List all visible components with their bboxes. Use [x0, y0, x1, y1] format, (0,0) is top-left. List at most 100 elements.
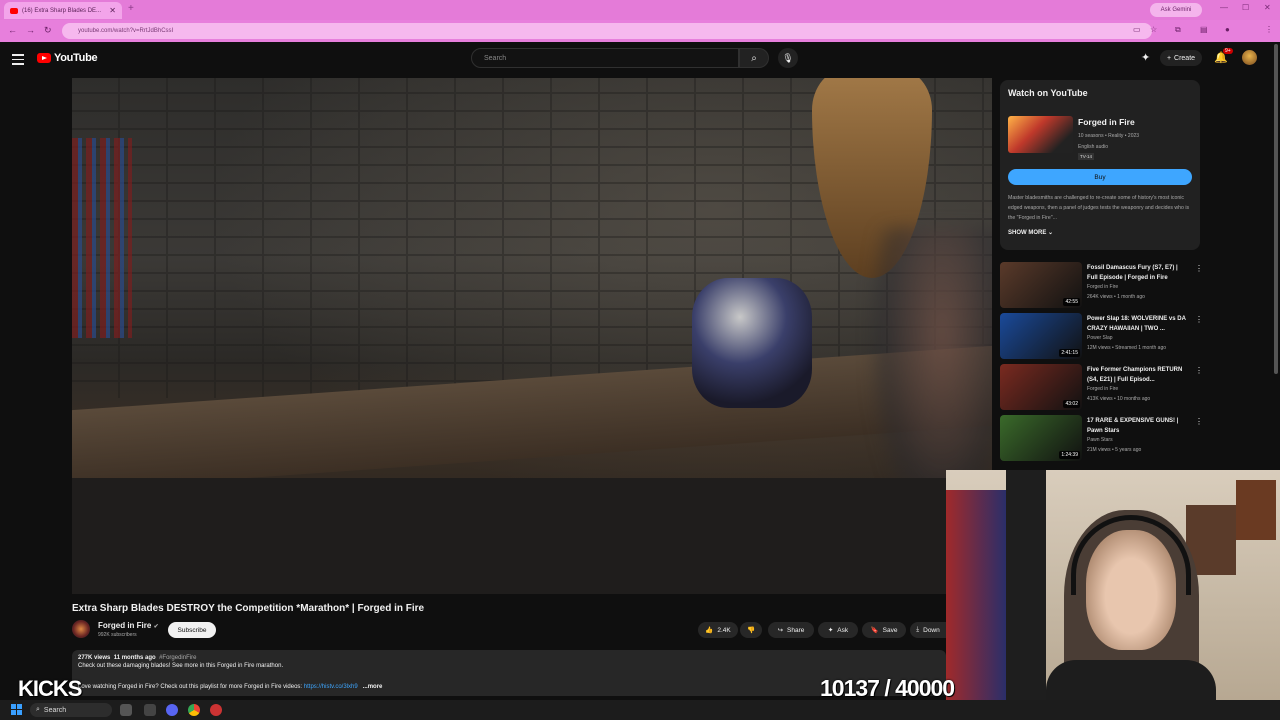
recommendation-channel[interactable]: Forged in Fire — [1087, 386, 1118, 392]
browser-tab[interactable]: (16) Extra Sharp Blades DE... ✕ — [4, 2, 122, 19]
chevron-down-icon: ⌄ — [1048, 230, 1054, 236]
create-button[interactable]: + Create — [1160, 50, 1202, 66]
browser-menu-icon[interactable]: ⋮ — [1265, 25, 1273, 34]
kicks-overlay: KICKS — [18, 676, 82, 701]
search-icon: ⌕ — [751, 52, 757, 64]
video-frame-grinder — [692, 278, 812, 408]
search-placeholder: Search — [484, 54, 507, 62]
search-button[interactable]: ⌕ — [739, 48, 769, 68]
reload-icon[interactable]: ↻ — [44, 25, 52, 36]
sparkle-icon: ✦ — [827, 627, 834, 634]
video-frame-belts — [72, 138, 132, 338]
download-button[interactable]: ⤓ Down — [910, 622, 946, 638]
webcam-curtain — [1006, 470, 1046, 700]
youtube-header: YouTube Search ⌕ 🎙 ✦ + Create 🔔 9+ — [0, 42, 1280, 76]
webcam-shirt — [1046, 660, 1216, 700]
recommendation-thumbnail[interactable]: 1:24:39 — [1000, 415, 1082, 461]
recommendation-item[interactable]: 2:41:15 Power Slap 18: WOLVERINE vs DA CR… — [1000, 313, 1203, 361]
like-count: 2.4K — [717, 626, 731, 634]
search-input[interactable]: Search — [471, 48, 739, 68]
more-options-icon[interactable]: ⋮ — [1195, 315, 1203, 324]
user-avatar[interactable] — [1242, 50, 1257, 65]
upload-age: 11 months ago — [113, 655, 156, 661]
show-name[interactable]: Forged in Fire — [1078, 117, 1135, 127]
windows-start-icon[interactable] — [11, 704, 22, 715]
window-close-icon[interactable]: ✕ — [1264, 3, 1271, 12]
sidebar-icon[interactable]: ▤ — [1200, 25, 1208, 34]
video-duration: 43:02 — [1063, 400, 1080, 408]
subscribe-button[interactable]: Subscribe — [168, 622, 216, 638]
recommendation-title[interactable]: 17 RARE & EXPENSIVE GUNS! | Pawn Stars — [1087, 416, 1187, 436]
more-options-icon[interactable]: ⋮ — [1195, 264, 1203, 273]
ask-label: Ask — [837, 626, 849, 634]
taskbar-search[interactable]: ⌕ Search — [30, 703, 112, 717]
recommendation-item[interactable]: 1:24:39 17 RARE & EXPENSIVE GUNS! | Pawn … — [1000, 415, 1203, 463]
bookmark-star-icon[interactable]: ☆ — [1150, 25, 1157, 34]
minimize-icon[interactable]: — — [1220, 3, 1228, 12]
voice-search-icon[interactable]: 🎙 — [778, 48, 798, 68]
menu-icon[interactable] — [12, 54, 24, 68]
recommendation-channel[interactable]: Pawn Stars — [1087, 437, 1113, 443]
recommendation-thumbnail[interactable]: 2:41:15 — [1000, 313, 1082, 359]
buy-label: Buy — [1094, 173, 1106, 181]
dislike-button[interactable]: 👎 — [740, 622, 762, 638]
ask-gemini-button[interactable]: Ask Gemini — [1150, 3, 1202, 17]
recommendation-item[interactable]: 42:55 Fossil Damascus Fury (S7, E7) | Ful… — [1000, 262, 1203, 310]
cast-icon[interactable]: ▭ — [1133, 25, 1141, 34]
page-scrollbar[interactable] — [1274, 44, 1278, 374]
profile-icon[interactable]: ● — [1225, 25, 1230, 34]
share-button[interactable]: ↪ Share — [768, 622, 814, 638]
ask-button[interactable]: ✦ Ask — [818, 622, 858, 638]
webcam-poster-2 — [1236, 480, 1276, 540]
show-thumbnail[interactable] — [1008, 116, 1073, 153]
file-explorer-icon[interactable] — [144, 704, 156, 716]
playlist-link[interactable]: https://histv.co/3lxh9 — [304, 684, 358, 690]
channel-name-text: Forged in Fire — [98, 621, 152, 630]
video-frame-cabinets — [72, 478, 992, 594]
video-player[interactable] — [72, 78, 992, 594]
recommendation-channel[interactable]: Power Slap — [1087, 335, 1113, 341]
back-icon[interactable]: ← — [8, 25, 17, 35]
new-tab-icon[interactable]: + — [128, 3, 134, 14]
browser-toolbar: ← → ↻ youtube.com/watch?v=RrtJdBhCssI ▭ … — [0, 20, 1280, 42]
chrome-icon[interactable] — [188, 704, 200, 716]
more-options-icon[interactable]: ⋮ — [1195, 417, 1203, 426]
recommendation-channel[interactable]: Forged in Fire — [1087, 284, 1118, 290]
video-duration: 1:24:39 — [1059, 451, 1080, 459]
recommendation-title[interactable]: Five Former Champions RETURN (S4, E21) |… — [1087, 365, 1187, 385]
thumbs-down-icon: 👎 — [746, 627, 756, 634]
description-more-button[interactable]: ...more — [363, 684, 383, 690]
like-button[interactable]: 👍 2.4K — [698, 622, 738, 638]
show-more-button[interactable]: SHOW MORE ⌄ — [1008, 229, 1053, 236]
channel-avatar[interactable] — [72, 620, 90, 638]
video-title: Extra Sharp Blades DESTROY the Competiti… — [72, 603, 425, 614]
video-duration: 2:41:15 — [1059, 349, 1080, 357]
channel-name[interactable]: Forged in Fire ✔ — [98, 621, 159, 630]
recommendation-thumbnail[interactable]: 43:02 — [1000, 364, 1082, 410]
share-label: Share — [787, 626, 805, 634]
tab-close-icon[interactable]: ✕ — [109, 6, 116, 15]
recommendation-meta: 264K views • 1 month ago — [1087, 294, 1145, 300]
extensions-icon[interactable]: ⧉ — [1175, 25, 1181, 35]
recommendation-item[interactable]: 43:02 Five Former Champions RETURN (S4, E… — [1000, 364, 1203, 412]
save-button[interactable]: 🔖 Save — [862, 622, 906, 638]
hashtag-link[interactable]: #ForgedinFire — [159, 655, 196, 661]
show-description: Master bladesmiths are challenged to re-… — [1008, 195, 1190, 221]
rating-badge: TV-14 — [1078, 153, 1095, 160]
recommendation-thumbnail[interactable]: 42:55 — [1000, 262, 1082, 308]
buy-button[interactable]: Buy — [1008, 169, 1192, 185]
more-options-icon[interactable]: ⋮ — [1195, 366, 1203, 375]
recommendation-title[interactable]: Power Slap 18: WOLVERINE vs DA CRAZY HAW… — [1087, 314, 1187, 334]
forward-icon[interactable]: → — [26, 25, 35, 35]
save-label: Save — [882, 626, 898, 634]
description-line-1: Check out these damaging blades! See mor… — [78, 663, 284, 669]
recommendation-title[interactable]: Fossil Damascus Fury (S7, E7) | Full Epi… — [1087, 263, 1187, 283]
address-bar[interactable]: youtube.com/watch?v=RrtJdBhCssI — [62, 23, 1152, 39]
discord-icon[interactable] — [166, 704, 178, 716]
premium-icon[interactable]: ✦ — [1141, 51, 1150, 64]
taskbar-app-icon[interactable] — [120, 704, 132, 716]
youtube-logo[interactable]: YouTube — [37, 52, 98, 64]
obs-icon[interactable] — [210, 704, 222, 716]
download-label: Down — [923, 626, 940, 634]
maximize-icon[interactable]: ☐ — [1242, 3, 1249, 12]
